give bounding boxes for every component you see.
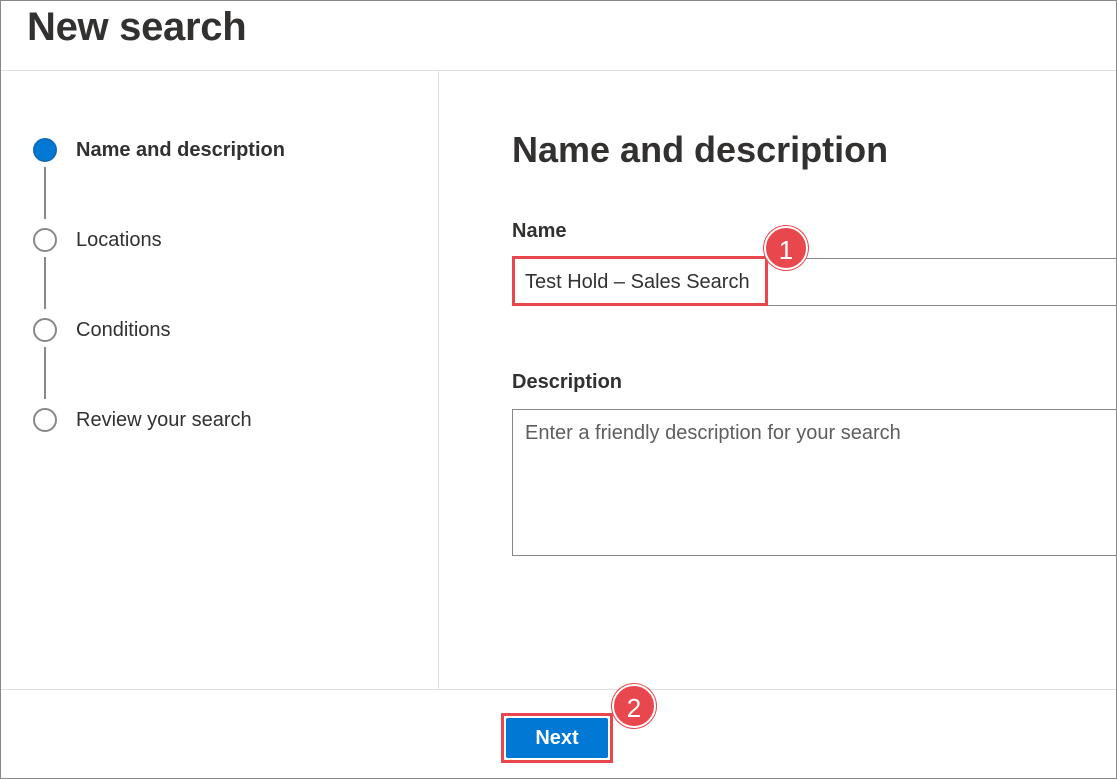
step-name-and-description[interactable]: Name and description	[33, 135, 285, 165]
section-title: Name and description	[512, 129, 889, 170]
form-panel: Name and description Name Test Hold – Sa…	[440, 71, 1116, 689]
step-current-indicator-icon	[33, 138, 57, 162]
step-conditions[interactable]: Conditions	[33, 315, 171, 345]
step-pending-indicator-icon	[33, 228, 57, 252]
step-review-your-search[interactable]: Review your search	[33, 405, 252, 435]
name-label: Name	[512, 220, 567, 242]
step-locations[interactable]: Locations	[33, 225, 162, 255]
step-label: Review your search	[76, 408, 252, 431]
wizard-footer: Next 2	[1, 684, 1116, 778]
callout-badge-1: 1	[764, 226, 808, 270]
wizard-window: New search Name and description Location…	[0, 0, 1117, 779]
step-connector	[44, 347, 46, 399]
step-connector	[44, 167, 46, 219]
name-highlight-box	[512, 256, 768, 306]
step-pending-indicator-icon	[33, 318, 57, 342]
step-connector	[44, 257, 46, 309]
steps-sidebar: Name and description Locations Condition…	[1, 71, 439, 689]
description-label: Description	[512, 371, 623, 393]
page-title: New search	[27, 5, 247, 49]
step-label: Conditions	[76, 318, 171, 341]
next-button[interactable]: Next	[506, 718, 608, 758]
wizard-header: New search	[1, 1, 1116, 71]
callout-badge-2: 2	[612, 684, 656, 728]
description-textarea[interactable]: Enter a friendly description for your se…	[512, 409, 1116, 556]
step-label: Locations	[76, 228, 162, 251]
step-label: Name and description	[76, 138, 285, 161]
step-pending-indicator-icon	[33, 408, 57, 432]
